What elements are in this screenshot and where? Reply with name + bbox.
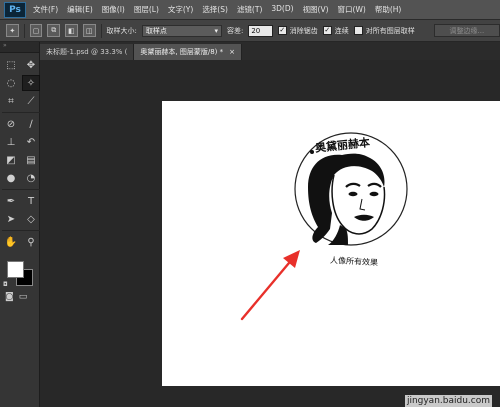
portrait-eye-left bbox=[348, 191, 358, 197]
document-canvas[interactable]: 奥黛丽赫本 人像所有效果 bbox=[162, 101, 500, 386]
sample-size-select[interactable]: 取样点 ▾ bbox=[141, 24, 222, 37]
magic-wand-tool-icon[interactable]: ✧ bbox=[22, 75, 40, 91]
clone-stamp-tool-icon[interactable]: ⊥ bbox=[2, 134, 20, 150]
color-swatches: ◘ bbox=[0, 256, 40, 292]
intersect-selection-icon[interactable]: ◫ bbox=[82, 24, 96, 37]
all-layers-checkbox[interactable] bbox=[353, 26, 363, 35]
divider bbox=[2, 112, 40, 113]
canvas-area[interactable]: 奥黛丽赫本 人像所有效果 jingyan.baidu.com bbox=[40, 60, 500, 407]
marquee-tool-icon[interactable]: ⬚ bbox=[2, 57, 20, 73]
stamp-top-text: 奥黛丽赫本 bbox=[313, 135, 370, 155]
portrait-lips bbox=[354, 214, 374, 221]
type-tool-icon[interactable]: T bbox=[22, 193, 40, 209]
stamp-dot bbox=[310, 150, 314, 154]
tolerance-input[interactable]: 20 bbox=[248, 24, 273, 37]
menu-select[interactable]: 选择(S) bbox=[202, 4, 228, 15]
portrait-nose bbox=[359, 198, 366, 211]
tab-document-1[interactable]: 未标题-1.psd @ 33.3% ( bbox=[40, 44, 135, 60]
menu-filter[interactable]: 滤镜(T) bbox=[237, 4, 262, 15]
gradient-tool-icon[interactable]: ▤ bbox=[22, 152, 40, 168]
menu-bar: Ps 文件(F) 编辑(E) 图像(I) 图层(L) 文字(Y) 选择(S) 滤… bbox=[0, 0, 500, 19]
portrait-eye-right bbox=[369, 191, 379, 197]
annotation-arrow-shaft bbox=[240, 255, 296, 321]
menu-window[interactable]: 窗口(W) bbox=[338, 4, 366, 15]
healing-brush-tool-icon[interactable]: ⊘ bbox=[2, 116, 20, 132]
watermark: jingyan.baidu.com bbox=[404, 395, 492, 407]
pen-tool-icon[interactable]: ✒ bbox=[2, 193, 20, 209]
eyedropper-tool-icon[interactable]: ⟋ bbox=[22, 93, 40, 109]
magic-wand-preset-icon[interactable]: ✦ bbox=[6, 24, 19, 37]
portrait-eyebrow-right bbox=[367, 182, 382, 188]
menu-view[interactable]: 视图(V) bbox=[303, 4, 329, 15]
subtract-selection-icon[interactable]: ◧ bbox=[65, 24, 78, 37]
default-colors-icon[interactable]: ◘ bbox=[3, 281, 8, 288]
refine-edge-button[interactable]: 调整边缘... bbox=[433, 24, 500, 37]
menu-edit[interactable]: 编辑(E) bbox=[67, 4, 93, 15]
document-tabs: 未标题-1.psd @ 33.3% ( 奥黛丽赫本, 图层蒙版/8) * × bbox=[40, 42, 500, 60]
tolerance-label: 容差: bbox=[226, 26, 244, 35]
menu-type[interactable]: 文字(Y) bbox=[168, 4, 193, 15]
contiguous-checkbox[interactable]: ✓ bbox=[322, 26, 332, 35]
menu-layer[interactable]: 图层(L) bbox=[134, 4, 159, 15]
divider bbox=[2, 189, 40, 190]
antialias-option[interactable]: ✓ 消除锯齿 bbox=[277, 26, 318, 36]
divider bbox=[2, 230, 40, 231]
photoshop-logo: Ps bbox=[4, 1, 26, 18]
tools-panel: » ⬚ ✥ ◌ ✧ ⌗ ⟋ ⊘ ∕ ⊥ ↶ ◩ ▤ ● ◔ ✒ T ➤ ◇ ✋ … bbox=[0, 42, 40, 407]
antialias-checkbox[interactable]: ✓ bbox=[277, 26, 287, 35]
foreground-color-swatch[interactable] bbox=[7, 261, 24, 278]
blur-tool-icon[interactable]: ● bbox=[2, 170, 20, 186]
new-selection-icon[interactable]: ▢ bbox=[29, 24, 43, 37]
dodge-tool-icon[interactable]: ◔ bbox=[22, 170, 40, 186]
options-bar: ✦ ▢ ⧉ ◧ ◫ 取样大小: 取样点 ▾ 容差: 20 ✓ 消除锯齿 ✓ 连续… bbox=[0, 19, 500, 42]
sample-size-value: 取样点 bbox=[145, 26, 167, 35]
crop-tool-icon[interactable]: ⌗ bbox=[2, 93, 20, 109]
path-selection-tool-icon[interactable]: ➤ bbox=[2, 211, 20, 227]
tab-document-2[interactable]: 奥黛丽赫本, 图层蒙版/8) * × bbox=[134, 44, 242, 60]
brush-tool-icon[interactable]: ∕ bbox=[22, 116, 40, 132]
portrait-eyebrow-left bbox=[345, 182, 361, 188]
stamp-bottom-text: 人像所有效果 bbox=[330, 255, 378, 267]
divider bbox=[23, 23, 25, 38]
hand-tool-icon[interactable]: ✋ bbox=[2, 234, 20, 250]
tab-label: 未标题-1.psd @ 33.3% ( bbox=[46, 48, 128, 56]
menu-items: 文件(F) 编辑(E) 图像(I) 图层(L) 文字(Y) 选择(S) 滤镜(T… bbox=[33, 4, 401, 15]
quick-mask-icon[interactable]: ◙ bbox=[5, 292, 14, 302]
menu-3d[interactable]: 3D(D) bbox=[271, 4, 293, 15]
tab-label: 奥黛丽赫本, 图层蒙版/8) * bbox=[140, 48, 224, 56]
antialias-label: 消除锯齿 bbox=[289, 26, 318, 35]
tools-panel-header[interactable]: » bbox=[0, 42, 39, 53]
chevron-down-icon: ▾ bbox=[214, 26, 218, 35]
menu-image[interactable]: 图像(I) bbox=[102, 4, 125, 15]
add-selection-icon[interactable]: ⧉ bbox=[47, 24, 61, 37]
close-icon[interactable]: × bbox=[229, 48, 235, 56]
move-tool-icon[interactable]: ✥ bbox=[22, 57, 40, 73]
contiguous-label: 连续 bbox=[334, 26, 349, 35]
zoom-tool-icon[interactable]: ⚲ bbox=[22, 234, 40, 250]
eraser-tool-icon[interactable]: ◩ bbox=[2, 152, 20, 168]
canvas-artwork: 奥黛丽赫本 人像所有效果 bbox=[240, 132, 408, 321]
menu-file[interactable]: 文件(F) bbox=[33, 4, 58, 15]
contiguous-option[interactable]: ✓ 连续 bbox=[322, 26, 349, 36]
lasso-tool-icon[interactable]: ◌ bbox=[2, 75, 20, 91]
divider bbox=[100, 23, 102, 38]
menu-help[interactable]: 帮助(H) bbox=[375, 4, 402, 15]
all-layers-option[interactable]: 对所有图层取样 bbox=[353, 26, 415, 36]
sample-size-label: 取样大小: bbox=[106, 26, 137, 35]
history-brush-tool-icon[interactable]: ↶ bbox=[22, 134, 40, 150]
screen-mode-icon[interactable]: ▭ bbox=[19, 292, 28, 302]
shape-tool-icon[interactable]: ◇ bbox=[22, 211, 40, 227]
all-layers-label: 对所有图层取样 bbox=[365, 26, 415, 35]
